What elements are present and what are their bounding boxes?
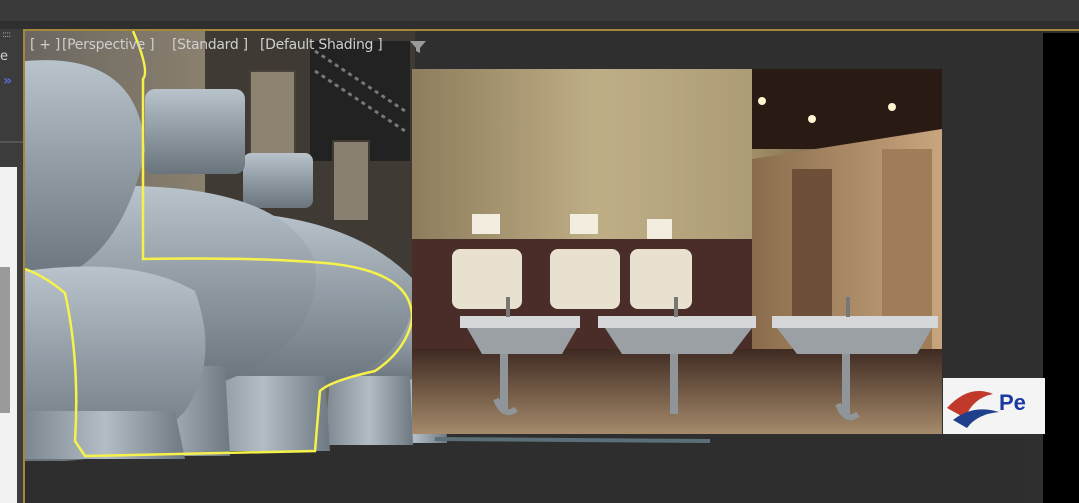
wall-frame: [332, 140, 370, 222]
viewport-edge: [1043, 33, 1079, 503]
swoosh-logo: [947, 391, 999, 428]
panel-label: e: [0, 49, 8, 64]
expand-arrows-icon[interactable]: »: [3, 73, 12, 89]
toolbar-divider: [0, 21, 1079, 29]
viewport-menu-shading[interactable]: [Default Shading ]: [260, 37, 383, 53]
panel-grip[interactable]: ::::: [2, 30, 11, 40]
viewport-menu-standard[interactable]: [Standard ]: [172, 37, 248, 53]
main-toolbar: [0, 0, 1079, 21]
left-command-panel: :::: e »: [0, 29, 23, 503]
perspective-viewport[interactable]: Pe [ + ] [Perspective ] [Standard ] [Def…: [23, 29, 1079, 503]
logo-text: Pe: [999, 390, 1026, 415]
floor-edge: [434, 437, 711, 443]
panel-scrollbar[interactable]: [0, 267, 10, 413]
background-image-plane[interactable]: [412, 69, 942, 434]
restroom-photo: [412, 69, 942, 434]
panel-divider: [0, 141, 23, 143]
viewport-menu-plus[interactable]: [ + ]: [30, 37, 60, 53]
logo-plane: Pe: [943, 378, 1045, 434]
funnel-icon[interactable]: [409, 40, 427, 54]
viewport-menu-perspective[interactable]: [Perspective ]: [62, 37, 155, 53]
